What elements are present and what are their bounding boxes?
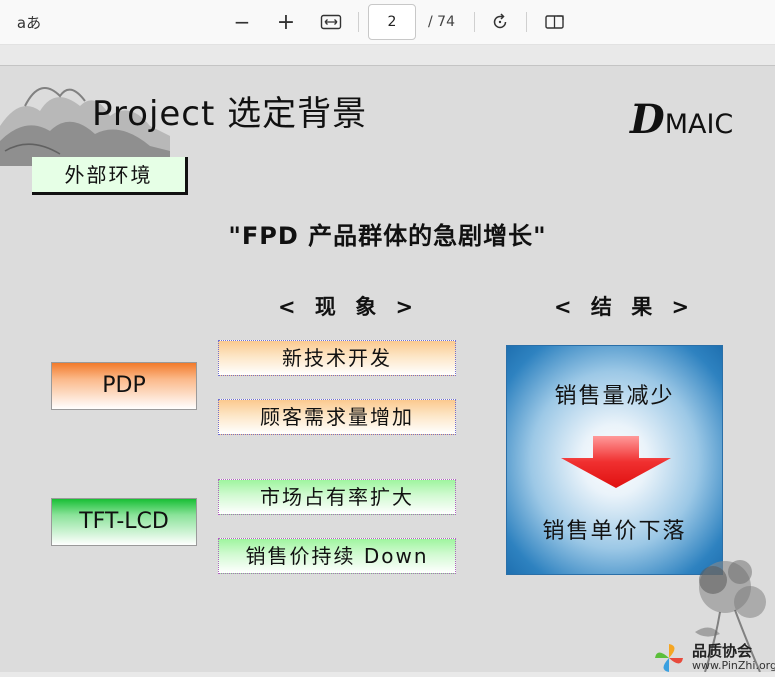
slide-title: Project 选定背景 [92,94,368,134]
phenomenon-demand-increase: 顾客需求量增加 [218,399,456,435]
phenomenon-new-tech: 新技术开发 [218,340,456,376]
page-number-input[interactable]: 2 [368,4,416,40]
pdf-toolbar: aあ − + 2 / 74 [0,0,775,45]
watermark-name: 品质协会 [692,642,753,660]
result-unit-price: 销售单价下落 [542,519,687,544]
toolbar-divider [474,12,475,32]
slide-page: Project 选定背景 DMAIC 外部环境 "FPD 产品群体的急剧增长" … [0,65,775,672]
result-sales-volume: 销售量减少 [554,384,675,409]
fit-width-button[interactable] [316,8,346,36]
two-page-view-icon [545,15,564,29]
dmaic-logo: DMAIC [630,96,733,143]
fit-width-icon [320,14,342,30]
watermark-url: www.PinZhi.org [692,659,775,672]
zoom-out-button[interactable]: − [228,8,256,36]
result-panel: 销售量减少 销售单价下落 [506,345,723,575]
document-canvas[interactable]: Project 选定背景 DMAIC 外部环境 "FPD 产品群体的急剧增长" … [0,45,775,677]
page-view-button[interactable] [540,8,570,36]
toolbar-divider [358,12,359,32]
phenomenon-price-down: 销售价持续 Down [218,538,456,574]
result-header: < 结 果 > [554,295,696,319]
logo-text: MAIC [664,109,734,140]
rotate-button[interactable] [486,8,514,36]
site-watermark: 品质协会 www.PinZhi.org [650,640,775,676]
phenomena-header: < 现 象 > [278,295,420,319]
pinwheel-logo-icon [655,644,683,672]
phenomenon-market-share: 市场占有率扩大 [218,479,456,515]
rotate-icon [493,13,507,29]
page-total-label: / 74 [428,14,455,30]
external-environment-label: 外部环境 [32,157,188,195]
down-arrow-icon [561,436,671,488]
toolbar-divider [526,12,527,32]
zoom-in-button[interactable]: + [272,8,300,36]
category-tft-lcd: TFT-LCD [51,498,197,546]
read-aloud-button[interactable]: aあ [12,8,46,36]
slide-subtitle: "FPD 产品群体的急剧增长" [228,222,547,250]
logo-initial: D [630,96,665,143]
category-pdp: PDP [51,362,197,410]
